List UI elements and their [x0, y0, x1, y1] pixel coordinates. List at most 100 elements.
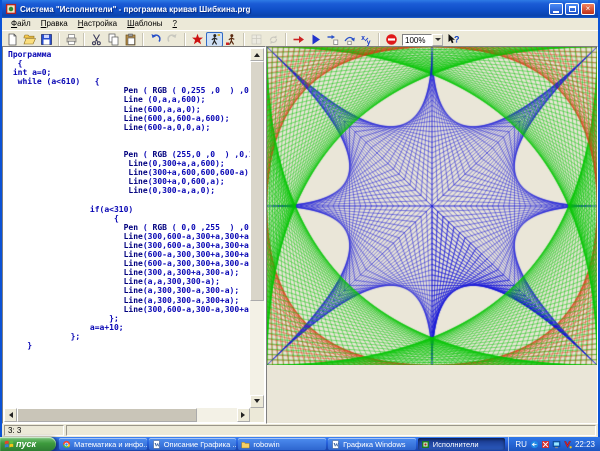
svg-text:y: y	[367, 39, 372, 47]
connection-icon[interactable]	[530, 440, 539, 449]
runner-red-icon	[225, 33, 238, 46]
zoom-dropdown-button[interactable]	[432, 34, 443, 46]
horizontal-scroll-thumb[interactable]	[17, 408, 197, 422]
taskbar-item-label: Математика и инфо...	[74, 440, 147, 449]
step-into-button[interactable]	[324, 32, 341, 47]
zoom-select[interactable]: 100%	[402, 34, 443, 46]
taskbar-item-label: Исполнители	[433, 440, 479, 449]
new-button[interactable]	[4, 32, 21, 47]
window-title: Система "Исполнители" - программа кривая…	[20, 5, 546, 14]
menu-bar: ФайлПравкаНастройкаШаблоны?	[2, 18, 598, 30]
chrome-icon	[62, 440, 71, 449]
maximize-icon	[569, 6, 576, 12]
menu-edit[interactable]: Правка	[36, 19, 73, 30]
maximize-button[interactable]	[565, 3, 579, 15]
status-message	[66, 425, 596, 436]
taskbar-item-label: robowin	[253, 440, 279, 449]
menu-templates[interactable]: Шаблоны	[122, 19, 167, 30]
status-bar: 3: 3	[2, 424, 598, 437]
connection-icon	[530, 440, 539, 449]
taskbar-item-browser[interactable]: Математика и инфо...	[59, 438, 147, 450]
cursor-position: 3: 3	[4, 425, 64, 436]
taskbar-item-doc2[interactable]: W Графика Windows	[328, 438, 416, 450]
folder-icon	[241, 440, 250, 449]
cut-button[interactable]	[88, 32, 105, 47]
toolbar-separator	[58, 33, 60, 46]
menu-help[interactable]: ?	[168, 19, 182, 30]
app-icon	[421, 440, 430, 449]
draftsman-executor-button[interactable]	[206, 32, 223, 47]
field-window-button[interactable]	[248, 32, 265, 47]
step-over-button[interactable]	[341, 32, 358, 47]
minimize-button[interactable]	[549, 3, 563, 15]
editor-vertical-scrollbar[interactable]	[250, 48, 264, 408]
print-button[interactable]	[63, 32, 80, 47]
start-button[interactable]: пуск	[0, 437, 56, 451]
red-star-icon	[191, 33, 204, 46]
vars-icon: xy	[360, 33, 373, 46]
editor-horizontal-scrollbar[interactable]	[4, 408, 250, 422]
save-icon	[40, 33, 53, 46]
arrow-up-icon	[254, 50, 260, 57]
code-editor-panel: Программа { int a=0; while (a<610) { Pen…	[2, 46, 266, 424]
open-button[interactable]	[21, 32, 38, 47]
fast-run-button[interactable]	[290, 32, 307, 47]
variables-button[interactable]: xy	[358, 32, 375, 47]
vertical-scroll-track[interactable]	[250, 61, 264, 395]
zoom-value[interactable]: 100%	[402, 34, 432, 46]
scrollbar-corner	[250, 408, 264, 422]
taskbar: пуск Математика и инфо...WОписание Графи…	[0, 437, 600, 451]
context-help-button[interactable]: ?	[445, 32, 462, 47]
new-doc-icon	[6, 33, 19, 46]
antivirus-icon[interactable]	[541, 440, 550, 449]
graphics-area	[266, 46, 598, 424]
app-icon	[5, 3, 17, 15]
toolbar-separator	[243, 33, 245, 46]
taskbar-item-doc1[interactable]: WОписание Графика ...	[149, 438, 237, 450]
grid-icon	[250, 33, 263, 46]
taskbar-item-app[interactable]: Исполнители	[418, 438, 506, 450]
scroll-left-button[interactable]	[4, 408, 17, 422]
horizontal-scroll-track[interactable]	[17, 408, 237, 422]
display-icon[interactable]	[552, 440, 561, 449]
code-editor[interactable]: Программа { int a=0; while (a<610) { Pen…	[4, 48, 250, 408]
graphics-canvas[interactable]	[267, 47, 597, 365]
svg-text:W: W	[333, 442, 339, 448]
toolbar-separator	[285, 33, 287, 46]
help-cursor-icon: ?	[447, 33, 460, 46]
scroll-right-button[interactable]	[237, 408, 250, 422]
run-button[interactable]	[307, 32, 324, 47]
paste-button[interactable]	[122, 32, 139, 47]
menu-settings[interactable]: Настройка	[73, 19, 122, 30]
copy-button[interactable]	[105, 32, 122, 47]
runner-icon	[208, 33, 221, 46]
taskbar-buttons: Математика и инфо...WОписание Графика ..…	[56, 437, 508, 451]
undo-icon	[149, 33, 162, 46]
step-over-icon	[343, 33, 356, 46]
turtle-executor-button[interactable]	[223, 32, 240, 47]
redo-icon	[166, 33, 179, 46]
scroll-up-button[interactable]	[250, 48, 264, 61]
alert-icon[interactable]	[563, 440, 572, 449]
toolbar-separator	[142, 33, 144, 46]
step-into-icon	[326, 33, 339, 46]
redo-button[interactable]	[164, 32, 181, 47]
vertical-scroll-thumb[interactable]	[250, 61, 264, 301]
scroll-down-button[interactable]	[250, 395, 264, 408]
stop-button[interactable]	[383, 32, 400, 47]
save-button[interactable]	[38, 32, 55, 47]
clock[interactable]: 22:23	[575, 440, 595, 449]
refresh-button[interactable]	[265, 32, 282, 47]
window-controls: ×	[549, 3, 595, 15]
display-icon	[552, 440, 561, 449]
menu-file[interactable]: Файл	[6, 19, 36, 30]
language-indicator[interactable]: RU	[515, 440, 527, 449]
alert-icon	[563, 440, 572, 449]
arrow-left-icon	[6, 412, 13, 418]
system-tray: RU 22:23	[508, 437, 600, 451]
close-button[interactable]: ×	[581, 3, 595, 15]
undo-button[interactable]	[147, 32, 164, 47]
taskbar-item-label: Графика Windows	[343, 440, 405, 449]
taskbar-item-folder[interactable]: robowin	[238, 438, 326, 450]
robot-executor-button[interactable]	[189, 32, 206, 47]
